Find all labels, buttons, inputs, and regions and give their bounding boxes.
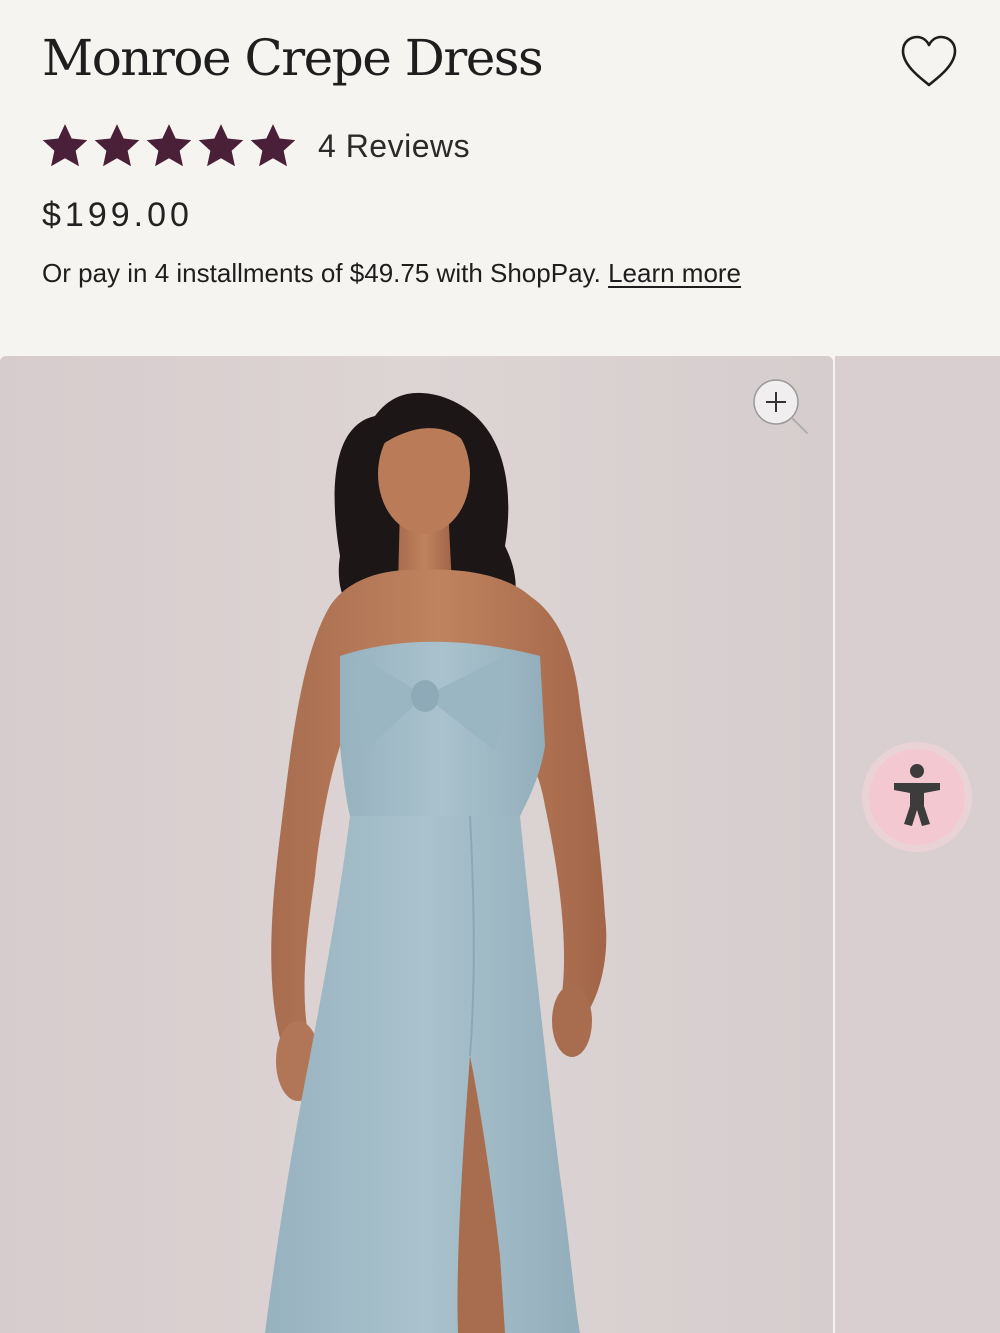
product-title: Monroe Crepe Dress	[42, 29, 544, 87]
product-rating: 4 Reviews	[40, 120, 470, 172]
product-photo	[0, 356, 833, 1333]
wishlist-button[interactable]	[898, 30, 960, 92]
star-filled-icon	[146, 124, 192, 167]
zoom-button[interactable]	[750, 376, 810, 436]
product-header: Monroe Crepe Dress 4 Reviews $199.00 Or …	[0, 0, 1000, 356]
star-filled-icon	[198, 124, 244, 167]
reviews-link[interactable]: 4 Reviews	[318, 128, 470, 165]
product-image-gallery[interactable]	[0, 356, 1000, 1333]
product-price: $199.00	[42, 196, 193, 234]
star-filled-icon	[94, 124, 140, 167]
zoom-in-icon	[753, 379, 808, 434]
heart-outline-icon	[901, 35, 957, 87]
rating-stars	[40, 121, 298, 171]
star-filled-icon	[42, 124, 88, 167]
learn-more-link[interactable]: Learn more	[608, 258, 741, 288]
installments-text: Or pay in 4 installments of $49.75 with …	[42, 258, 601, 288]
installments-note: Or pay in 4 installments of $49.75 with …	[42, 258, 741, 289]
accessibility-icon	[862, 742, 972, 852]
star-filled-icon	[250, 124, 296, 167]
product-image-main[interactable]	[0, 356, 833, 1333]
accessibility-button[interactable]	[860, 740, 974, 854]
